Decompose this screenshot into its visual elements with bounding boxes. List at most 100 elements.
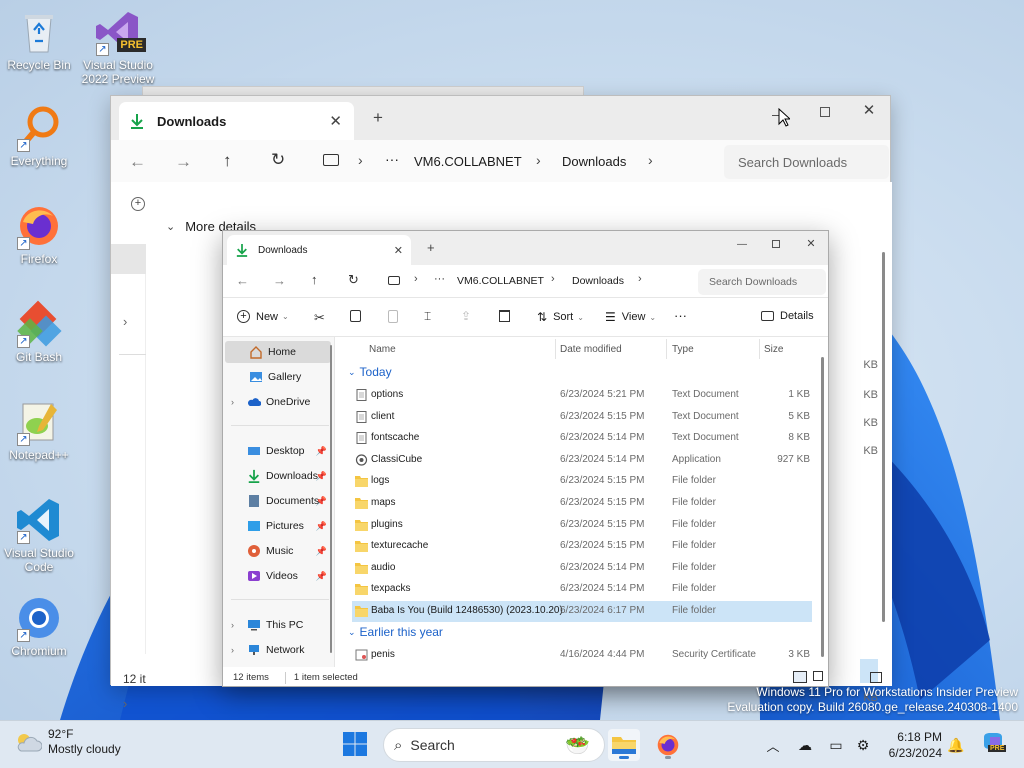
show-hidden-icons-chevron-up-icon[interactable]: ︿ [763, 735, 783, 755]
delete-icon[interactable] [499, 310, 510, 322]
back-arrow-icon[interactable]: ← [236, 273, 249, 288]
breadcrumb-downloads[interactable]: Downloads [572, 275, 624, 287]
new-tab-button[interactable]: + [373, 108, 383, 128]
add-circle-icon[interactable]: + [131, 197, 145, 211]
notifications-bell-icon[interactable]: 🔔 [946, 735, 966, 755]
desktop-icon-git-bash[interactable]: ↗ Git Bash [1, 300, 77, 364]
large-icons-view-icon[interactable] [870, 672, 882, 683]
desktop-icon-firefox[interactable]: ↗ Firefox [1, 202, 77, 266]
large-icons-view-icon[interactable] [813, 671, 823, 681]
desktop-icon-everything[interactable]: ↗ Everything [1, 104, 77, 168]
column-header-size[interactable]: Size [764, 337, 783, 361]
chevron-right-icon[interactable]: › [123, 696, 127, 711]
close-window-button[interactable]: ✕ [859, 100, 879, 120]
sidebar-item-this-pc[interactable]: › This PC [223, 614, 329, 636]
weather-widget[interactable]: 92°F Mostly cloudy [14, 727, 121, 757]
desktop-icon-visual-studio-2022-preview[interactable]: PRE ↗ Visual Studio 2022 Preview [80, 8, 156, 86]
sidebar-item-videos[interactable]: Videos 📌 [223, 565, 329, 587]
file-row[interactable]: ClassiCube 6/23/2024 5:14 PM Application 92… [352, 450, 812, 471]
volume-icon[interactable]: ⚙ [853, 735, 873, 755]
sidebar-item-pictures[interactable]: Pictures 📌 [223, 515, 329, 537]
file-row[interactable]: texpacks 6/23/2024 5:14 PM File folder [352, 579, 812, 600]
file-row[interactable]: options 6/23/2024 5:21 PM Text Document 1 K… [352, 385, 812, 406]
pin-icon[interactable]: 📌 [316, 471, 327, 482]
group-header-today[interactable]: ⌄ Today [348, 365, 392, 379]
column-header-name[interactable]: Name [369, 337, 396, 361]
cut-icon[interactable]: ✂ [314, 310, 325, 326]
forward-arrow-icon[interactable]: → [273, 273, 286, 288]
tab-downloads[interactable]: Downloads ✕ [119, 102, 354, 140]
new-button[interactable]: + New ⌄ [237, 310, 289, 323]
taskbar-clock[interactable]: 6:18 PM 6/23/2024 [880, 729, 942, 761]
taskbar-search-box[interactable]: ⌕ Search 🥗 [383, 728, 605, 762]
search-input[interactable]: Search Downloads [724, 145, 889, 179]
group-header-earlier-this-year[interactable]: ⌄ Earlier this year [348, 625, 443, 639]
column-header-date-modified[interactable]: Date modified [560, 337, 622, 361]
details-view-icon[interactable] [793, 671, 807, 683]
network-disconnected-icon[interactable]: ☁ [795, 735, 815, 755]
share-icon[interactable]: ⇪ [461, 309, 471, 323]
display-icon[interactable]: ▭ [826, 735, 846, 755]
pin-icon[interactable]: 📌 [316, 571, 327, 582]
details-pane-button[interactable]: Details [761, 310, 814, 322]
sidebar-item-gallery[interactable]: Gallery [223, 366, 329, 388]
breadcrumb-vm6-collabnet[interactable]: VM6.COLLABNET [414, 154, 522, 169]
breadcrumb-more-button[interactable]: ··· [385, 151, 399, 167]
search-input[interactable]: Search Downloads [698, 269, 826, 295]
desktop-icon-visual-studio-code[interactable]: ↗ Visual Studio Code [1, 496, 77, 574]
file-row[interactable]: logs 6/23/2024 5:15 PM File folder [352, 471, 812, 492]
up-arrow-icon[interactable]: ↑ [311, 272, 318, 287]
sidebar-item-onedrive[interactable]: › OneDrive [223, 391, 329, 413]
file-row[interactable]: texturecache 6/23/2024 5:15 PM File folder [352, 536, 812, 557]
sidebar-item-desktop[interactable]: Desktop 📌 [223, 440, 329, 462]
close-tab-icon[interactable]: ✕ [394, 244, 403, 257]
scrollbar[interactable] [882, 252, 885, 622]
view-button[interactable]: ☰ View ⌄ [605, 310, 656, 324]
taskbar-file-explorer[interactable] [608, 729, 640, 761]
sidebar-item-home[interactable]: Home [225, 341, 331, 363]
sidebar-item-downloads[interactable]: Downloads 📌 [223, 465, 329, 487]
pin-icon[interactable]: 📌 [316, 446, 327, 457]
copilot-button[interactable]: PRE [980, 731, 1007, 757]
chevron-right-icon[interactable]: › [231, 620, 234, 630]
maximize-button[interactable] [815, 102, 835, 122]
breadcrumb-vm6-collabnet[interactable]: VM6.COLLABNET [457, 275, 544, 287]
refresh-icon[interactable]: ↻ [348, 272, 359, 288]
copy-icon[interactable] [350, 310, 361, 322]
back-arrow-icon[interactable]: ← [129, 152, 146, 172]
refresh-icon[interactable]: ↻ [271, 150, 285, 170]
breadcrumb-downloads[interactable]: Downloads [562, 154, 626, 169]
sort-button[interactable]: ⇅ Sort ⌄ [537, 310, 584, 324]
minimize-button[interactable]: — [734, 236, 750, 252]
see-more-button[interactable]: ··· [674, 308, 687, 323]
start-button[interactable] [342, 731, 370, 759]
file-row[interactable]: fontscache 6/23/2024 5:14 PM Text Document… [352, 428, 812, 449]
sidebar-scrollbar[interactable] [330, 345, 332, 653]
taskbar-firefox[interactable] [652, 729, 684, 761]
file-list-scrollbar[interactable] [821, 357, 824, 657]
close-window-button[interactable]: ✕ [803, 235, 819, 251]
file-row[interactable]: plugins 6/23/2024 5:15 PM File folder [352, 515, 812, 536]
file-row[interactable]: audio 6/23/2024 5:14 PM File folder [352, 558, 812, 579]
rename-icon[interactable]: ⌶ [424, 309, 431, 324]
breadcrumb-more-button[interactable]: ··· [434, 273, 445, 285]
forward-arrow-icon[interactable]: → [175, 152, 192, 172]
up-arrow-icon[interactable]: ↑ [223, 151, 232, 171]
desktop-icon-recycle-bin[interactable]: Recycle Bin [1, 8, 77, 72]
file-row[interactable]: penis 4/16/2024 4:44 PM Security Certifica… [352, 645, 812, 666]
chevron-right-icon[interactable]: › [231, 397, 234, 407]
paste-icon[interactable] [388, 310, 398, 323]
pin-icon[interactable]: 📌 [316, 521, 327, 532]
chevron-right-icon[interactable]: › [231, 645, 234, 655]
file-row[interactable]: client 6/23/2024 5:15 PM Text Document 5 KB [352, 407, 812, 428]
file-row[interactable]: Baba Is You (Build 12486530) (2023.10.20… [352, 601, 812, 622]
sidebar-item-music[interactable]: Music 📌 [223, 540, 329, 562]
column-header-type[interactable]: Type [672, 337, 694, 361]
close-tab-icon[interactable]: ✕ [329, 112, 342, 130]
tab-downloads[interactable]: Downloads ✕ [227, 235, 411, 265]
chevron-right-icon[interactable]: › [123, 314, 127, 329]
pin-icon[interactable]: 📌 [316, 546, 327, 557]
sidebar-item-network[interactable]: › Network [223, 639, 329, 661]
pin-icon[interactable]: 📌 [316, 496, 327, 507]
file-row[interactable]: maps 6/23/2024 5:15 PM File folder [352, 493, 812, 514]
